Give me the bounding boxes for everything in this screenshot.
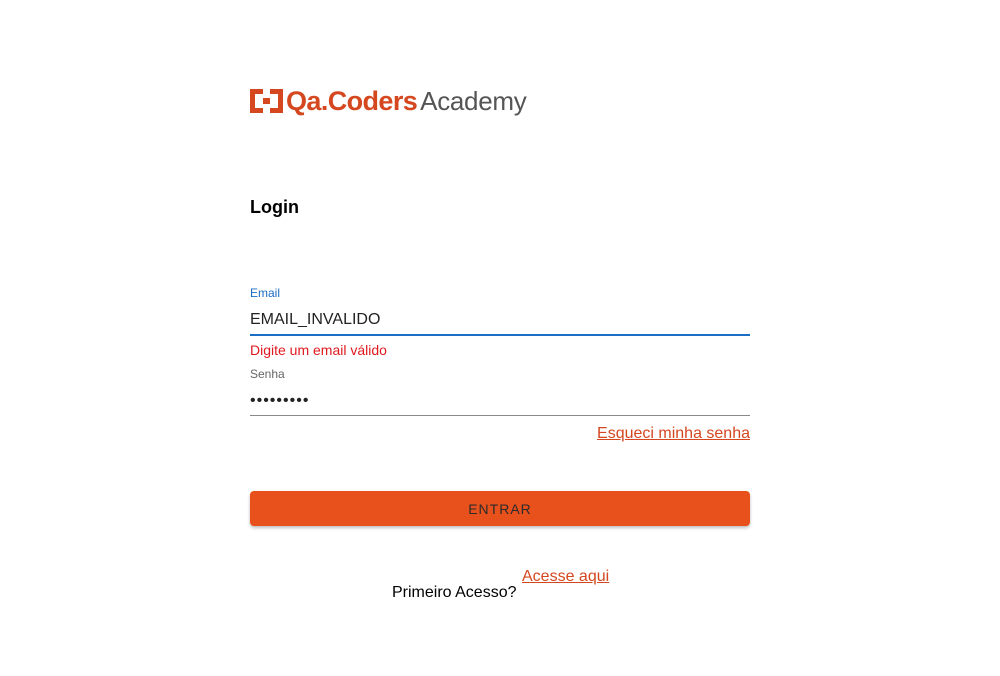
first-access-link[interactable]: Acesse aqui <box>522 568 609 586</box>
password-input[interactable] <box>250 386 750 416</box>
first-access-text: Primeiro Acesso? <box>392 584 517 601</box>
page-title: Login <box>250 197 299 217</box>
logo-brand-text: Qa.Coders <box>286 85 418 116</box>
email-input[interactable] <box>250 305 750 336</box>
logo: Qa.Coders Academy <box>250 84 527 118</box>
logo-sub-text: Academy <box>420 85 527 116</box>
login-submit-button[interactable]: ENTRAR <box>250 491 750 526</box>
forgot-password-link[interactable]: Esqueci minha senha <box>597 425 750 443</box>
first-access-row: Primeiro Acesso? Acesse aqui <box>250 566 750 606</box>
qacoders-logo-icon <box>250 89 283 113</box>
email-field-group: Email <box>250 285 750 336</box>
email-error-message: Digite um email válido <box>250 342 387 358</box>
login-page: Qa.Coders Academy Login Email Digite um … <box>0 0 1000 676</box>
password-label: Senha <box>250 367 285 381</box>
password-field-group: Senha <box>250 366 750 416</box>
email-label: Email <box>250 286 281 300</box>
